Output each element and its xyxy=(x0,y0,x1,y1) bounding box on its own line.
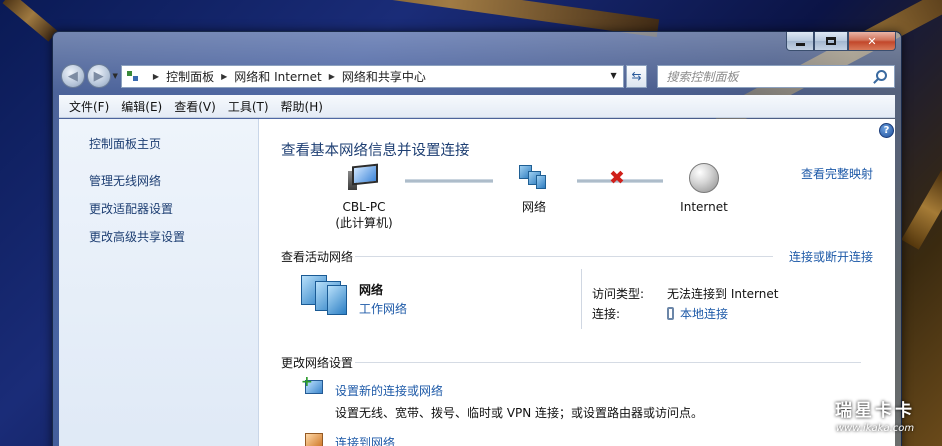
section-divider xyxy=(355,256,773,257)
help-icon[interactable]: ? xyxy=(879,123,894,138)
vertical-divider xyxy=(581,269,582,329)
breadcrumb-separator-icon[interactable]: ▶ xyxy=(329,72,335,81)
maximize-button[interactable] xyxy=(814,32,848,51)
caption-buttons: ✕ xyxy=(786,32,896,51)
local-connection-label: 本地连接 xyxy=(680,307,729,321)
map-computer-node[interactable]: CBL-PC (此计算机) xyxy=(319,163,409,231)
section-divider xyxy=(355,362,861,363)
network-label: 网络 xyxy=(521,200,546,214)
sidebar-item-advanced-sharing[interactable]: 更改高级共享设置 xyxy=(89,228,258,245)
maximize-icon xyxy=(826,37,836,45)
local-connection-link[interactable]: 本地连接 xyxy=(667,305,728,322)
wallpaper-beam xyxy=(2,0,58,42)
active-network-name: 网络 xyxy=(359,283,384,297)
content-area: 控制面板主页 管理无线网络 更改适配器设置 更改高级共享设置 ? 查看基本网络信… xyxy=(59,119,895,446)
network-location-type-link[interactable]: 工作网络 xyxy=(359,300,407,317)
network-icon xyxy=(519,165,549,191)
active-network-icon xyxy=(301,275,351,315)
watermark: 瑞星卡卡 www.ikaka.com xyxy=(808,396,942,446)
control-panel-icon xyxy=(126,69,140,83)
refresh-icon: ⇆ xyxy=(631,69,642,83)
search-box[interactable]: 搜索控制面板 xyxy=(657,64,895,88)
minimize-icon xyxy=(795,42,805,46)
breadcrumb-separator-icon[interactable]: ▶ xyxy=(221,72,227,81)
forward-button[interactable]: ▶ xyxy=(86,64,111,88)
menu-help[interactable]: 帮助(H) xyxy=(275,98,329,115)
close-button[interactable]: ✕ xyxy=(848,32,896,51)
computer-name: CBL-PC xyxy=(342,200,386,214)
explorer-window: ✕ ◀ ▶ ▼ ▶ 控制面板 ▶ 网络和 Internet ▶ 网络和共享中心 … xyxy=(52,31,902,446)
watermark-url: www.ikaka.com xyxy=(835,423,915,434)
main-panel: ? 查看基本网络信息并设置连接 查看完整映射 CBL-PC (此计算机) 网络 … xyxy=(259,119,895,446)
menu-bar: 文件(F) 编辑(E) 查看(V) 工具(T) 帮助(H) xyxy=(59,95,895,118)
map-internet-node[interactable]: Internet xyxy=(669,163,739,215)
breadcrumb-item[interactable]: 控制面板 xyxy=(166,68,214,85)
back-arrow-icon: ◀ xyxy=(67,68,78,84)
network-adapter-icon xyxy=(667,307,674,320)
address-bar[interactable]: ▶ 控制面板 ▶ 网络和 Internet ▶ 网络和共享中心 ▼ xyxy=(120,64,624,88)
minimize-button[interactable] xyxy=(786,32,814,51)
back-button[interactable]: ◀ xyxy=(61,64,85,88)
forward-arrow-icon: ▶ xyxy=(93,68,104,84)
refresh-button[interactable]: ⇆ xyxy=(625,64,648,88)
connect-disconnect-link[interactable]: 连接或断开连接 xyxy=(789,248,873,265)
menu-view[interactable]: 查看(V) xyxy=(168,98,222,115)
search-icon[interactable] xyxy=(876,69,887,81)
menu-tools[interactable]: 工具(T) xyxy=(222,98,275,115)
setup-new-connection-description: 设置无线、宽带、拨号、临时或 VPN 连接；或设置路由器或访问点。 xyxy=(335,406,704,420)
wallpaper-beam xyxy=(901,170,942,250)
sidebar-item-adapter-settings[interactable]: 更改适配器设置 xyxy=(89,200,258,217)
access-type-label: 访问类型: xyxy=(592,287,645,301)
menu-edit[interactable]: 编辑(E) xyxy=(115,98,168,115)
address-dropdown-icon[interactable]: ▼ xyxy=(610,71,616,80)
sidebar-item-manage-wireless[interactable]: 管理无线网络 xyxy=(89,172,258,189)
recent-pages-dropdown-icon[interactable]: ▼ xyxy=(113,72,118,80)
internet-globe-icon xyxy=(689,163,719,193)
setup-new-connection-link[interactable]: 设置新的连接或网络 xyxy=(335,382,443,399)
breadcrumb-item[interactable]: 网络和 Internet xyxy=(234,68,321,85)
navigation-bar: ◀ ▶ ▼ ▶ 控制面板 ▶ 网络和 Internet ▶ 网络和共享中心 ▼ … xyxy=(61,63,895,89)
page-title: 查看基本网络信息并设置连接 xyxy=(281,143,470,159)
new-connection-icon: + xyxy=(301,375,325,398)
menu-file[interactable]: 文件(F) xyxy=(63,98,115,115)
computer-icon xyxy=(348,163,380,191)
map-network-node[interactable]: 网络 xyxy=(499,165,569,215)
sidebar: 控制面板主页 管理无线网络 更改适配器设置 更改高级共享设置 xyxy=(59,119,259,446)
close-icon: ✕ xyxy=(867,34,877,48)
watermark-title: 瑞星卡卡 xyxy=(835,401,915,421)
active-networks-heading: 查看活动网络 xyxy=(281,250,354,264)
access-type-value: 无法连接到 Internet xyxy=(667,287,779,301)
disconnected-x-icon[interactable]: ✖ xyxy=(609,167,625,189)
view-full-map-link[interactable]: 查看完整映射 xyxy=(801,165,873,182)
connect-to-network-icon xyxy=(301,429,325,446)
internet-label: Internet xyxy=(680,200,728,214)
connection-label: 连接: xyxy=(592,307,621,321)
map-connection-line xyxy=(405,179,493,183)
connect-to-network-link[interactable]: 连接到网络 xyxy=(335,434,395,446)
sidebar-item-control-panel-home[interactable]: 控制面板主页 xyxy=(89,135,258,152)
breadcrumb-separator-icon[interactable]: ▶ xyxy=(153,72,159,81)
change-settings-heading: 更改网络设置 xyxy=(281,356,354,370)
computer-caption: (此计算机) xyxy=(335,216,393,230)
breadcrumb-item[interactable]: 网络和共享中心 xyxy=(342,68,426,85)
search-placeholder: 搜索控制面板 xyxy=(666,69,739,84)
